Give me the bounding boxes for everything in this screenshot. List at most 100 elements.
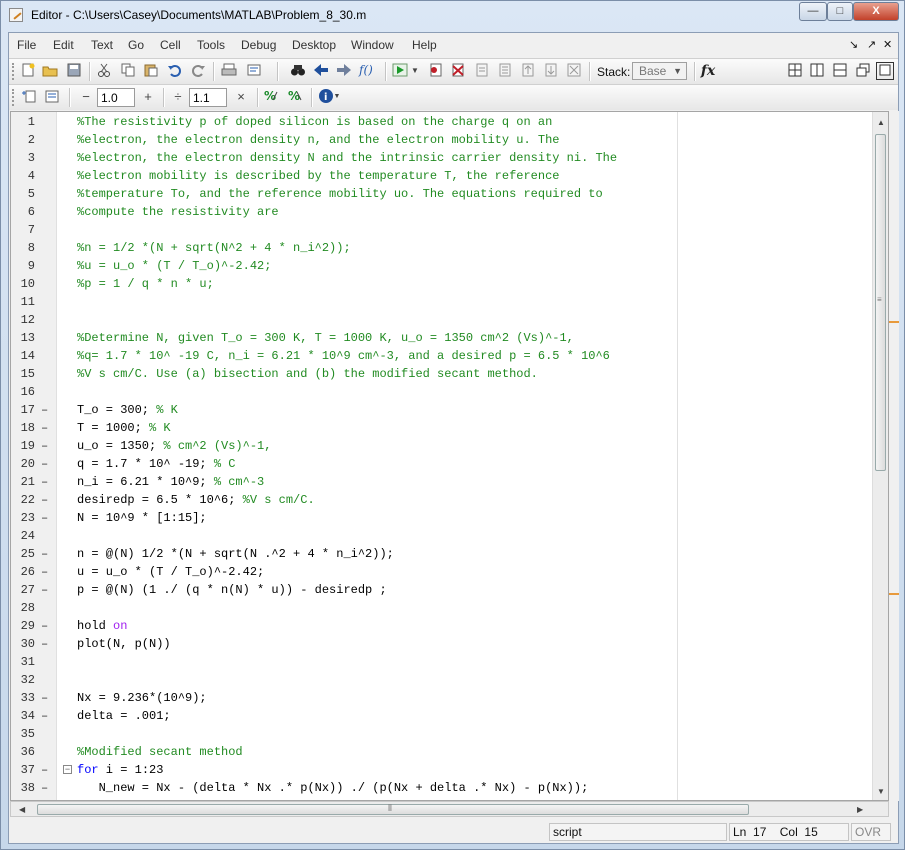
line-number[interactable]: 28	[15, 601, 35, 615]
publish-icon[interactable]	[245, 62, 263, 80]
code-text[interactable]: n_i = 6.21 * 10^9; % cm^-3	[77, 475, 264, 489]
line-number[interactable]: 25	[15, 547, 35, 561]
horizontal-scroll-thumb[interactable]: ⦀	[37, 803, 749, 815]
toolbar-grip[interactable]	[12, 89, 17, 106]
menu-go[interactable]: Go	[128, 38, 144, 52]
code-line[interactable]: 15 %V s cm/C. Use (a) bisection and (b) t…	[11, 365, 871, 383]
code-line[interactable]: 18– T = 1000; % K	[11, 419, 871, 437]
code-text[interactable]: u_o = 1350; % cm^2 (Vs)^-1,	[77, 439, 271, 453]
scroll-up-icon[interactable]: ▲	[877, 118, 885, 127]
cut-icon[interactable]	[95, 62, 113, 80]
line-number[interactable]: 29	[15, 619, 35, 633]
code-line[interactable]: 24	[11, 527, 871, 545]
code-line[interactable]: 12	[11, 311, 871, 329]
breakpoint-marker[interactable]: –	[41, 439, 48, 453]
code-line[interactable]: 32	[11, 671, 871, 689]
comment-percent-icon[interactable]: %	[263, 88, 281, 106]
scroll-left-icon[interactable]: ◀	[19, 805, 25, 814]
line-number[interactable]: 19	[15, 439, 35, 453]
scroll-down-icon[interactable]: ▼	[877, 787, 885, 796]
line-number[interactable]: 16	[15, 385, 35, 399]
code-line[interactable]: 36 %Modified secant method	[11, 743, 871, 761]
menu-file[interactable]: File	[17, 38, 36, 52]
code-line[interactable]: 37– − for i = 1:23	[11, 761, 871, 779]
line-number[interactable]: 3	[15, 151, 35, 165]
code-text[interactable]: plot(N, p(N))	[77, 637, 171, 651]
line-number[interactable]: 35	[15, 727, 35, 741]
line-number[interactable]: 23	[15, 511, 35, 525]
line-number[interactable]: 17	[15, 403, 35, 417]
line-number[interactable]: 36	[15, 745, 35, 759]
run-icon[interactable]	[391, 62, 409, 80]
line-number[interactable]: 8	[15, 241, 35, 255]
code-text[interactable]: %electron, the electron density n, and t…	[77, 133, 559, 147]
menu-help[interactable]: Help	[412, 38, 437, 52]
uncomment-percent-icon[interactable]: %	[287, 88, 305, 106]
line-number[interactable]: 38	[15, 781, 35, 795]
maximize-button[interactable]: □	[827, 2, 853, 21]
warning-marker[interactable]	[889, 593, 899, 595]
tile-grid-icon[interactable]	[786, 62, 804, 80]
line-number[interactable]: 18	[15, 421, 35, 435]
code-line[interactable]: 30– plot(N, p(N))	[11, 635, 871, 653]
insert-cell-icon[interactable]	[19, 88, 37, 106]
line-number[interactable]: 26	[15, 565, 35, 579]
clear-breakpoints-icon[interactable]	[449, 62, 467, 80]
line-number[interactable]: 2	[15, 133, 35, 147]
go-forward-icon[interactable]	[335, 62, 353, 80]
breakpoint-marker[interactable]: –	[41, 691, 48, 705]
code-text[interactable]: %compute the resistivity are	[77, 205, 279, 219]
code-text[interactable]: T = 1000; % K	[77, 421, 171, 435]
code-text[interactable]: p = @(N) (1 ./ (q * n(N) * u)) - desired…	[77, 583, 387, 597]
find-binoculars-icon[interactable]	[289, 62, 307, 80]
line-number[interactable]: 33	[15, 691, 35, 705]
line-number[interactable]: 13	[15, 331, 35, 345]
code-text[interactable]: %The resistivity p of doped silicon is b…	[77, 115, 552, 129]
code-text[interactable]: for i = 1:23	[77, 763, 163, 777]
code-text[interactable]: T_o = 300; % K	[77, 403, 178, 417]
go-back-icon[interactable]	[312, 62, 330, 80]
run-dropdown-icon[interactable]: ▼	[410, 62, 420, 80]
code-line[interactable]: 10 %p = 1 / q * n * u;	[11, 275, 871, 293]
menu-window[interactable]: Window	[351, 38, 394, 52]
code-line[interactable]: 27– p = @(N) (1 ./ (q * n(N) * u)) - desi…	[11, 581, 871, 599]
line-number[interactable]: 7	[15, 223, 35, 237]
code-text[interactable]: %Determine N, given T_o = 300 K, T = 100…	[77, 331, 574, 345]
code-line[interactable]: 2 %electron, the electron density n, and …	[11, 131, 871, 149]
code-text[interactable]: %Modified secant method	[77, 745, 243, 759]
breakpoint-marker[interactable]: –	[41, 547, 48, 561]
function-browser-icon[interactable]: f()	[358, 62, 376, 80]
code-line[interactable]: 25– n = @(N) 1/2 *(N + sqrt(N .^2 + 4 * n…	[11, 545, 871, 563]
breakpoint-marker[interactable]: –	[41, 619, 48, 633]
code-text[interactable]: N_new = Nx - (delta * Nx .* p(Nx)) ./ (p…	[77, 781, 589, 795]
code-text[interactable]: hold on	[77, 619, 127, 633]
code-text[interactable]: Nx = 9.236*(10^9);	[77, 691, 207, 705]
line-number[interactable]: 6	[15, 205, 35, 219]
pin-icon[interactable]: ↗	[867, 38, 876, 51]
code-line[interactable]: 26– u = u_o * (T / T_o)^-2.42;	[11, 563, 871, 581]
scroll-right-icon[interactable]: ▶	[857, 805, 863, 814]
float-icon[interactable]	[854, 62, 872, 80]
line-number[interactable]: 5	[15, 187, 35, 201]
message-bar[interactable]	[889, 111, 899, 801]
breakpoint-marker[interactable]: –	[41, 709, 48, 723]
save-icon[interactable]	[65, 62, 83, 80]
line-number[interactable]: 11	[15, 295, 35, 309]
new-file-icon[interactable]	[19, 62, 37, 80]
code-line[interactable]: 35	[11, 725, 871, 743]
warning-marker[interactable]	[889, 321, 899, 323]
code-line[interactable]: 33– Nx = 9.236*(10^9);	[11, 689, 871, 707]
code-text[interactable]: %q= 1.7 * 10^ -19 C, n_i = 6.21 * 10^9 c…	[77, 349, 610, 363]
breakpoint-marker[interactable]: –	[41, 637, 48, 651]
divide-button[interactable]: ÷	[169, 88, 187, 106]
line-number[interactable]: 30	[15, 637, 35, 651]
code-text[interactable]: %V s cm/C. Use (a) bisection and (b) the…	[77, 367, 538, 381]
code-editor[interactable]: 1 %The resistivity p of doped silicon is …	[10, 111, 889, 801]
code-text[interactable]: n = @(N) 1/2 *(N + sqrt(N .^2 + 4 * n_i^…	[77, 547, 394, 561]
minimize-button[interactable]: —	[799, 2, 827, 21]
tile-left-right-icon[interactable]	[808, 62, 826, 80]
line-number[interactable]: 12	[15, 313, 35, 327]
breakpoint-marker[interactable]: –	[41, 493, 48, 507]
breakpoint-marker[interactable]: –	[41, 403, 48, 417]
exit-debug-icon[interactable]	[565, 62, 583, 80]
